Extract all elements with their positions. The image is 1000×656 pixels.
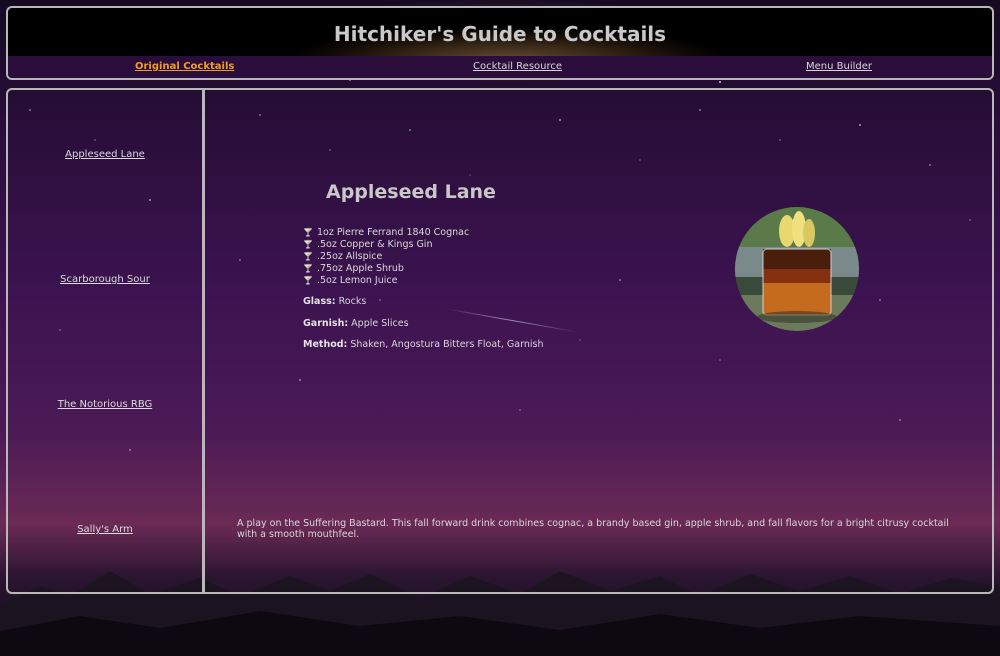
ingredient-item: 🍸 .25oz Allspice bbox=[303, 251, 383, 262]
nav-original-cocktails[interactable]: Original Cocktails bbox=[135, 61, 234, 72]
drink-photo bbox=[735, 207, 859, 331]
main-panel: Appleseed Lane Scarborough Sour The Noto… bbox=[6, 88, 994, 594]
cocktail-sidebar: Appleseed Lane Scarborough Sour The Noto… bbox=[8, 90, 205, 592]
sidebar-item-the-notorious-rbg[interactable]: The Notorious RBG bbox=[8, 399, 202, 410]
sidebar-item-sallys-arm[interactable]: Sally's Arm bbox=[8, 524, 202, 535]
martini-glass-icon: 🍸 bbox=[303, 252, 313, 261]
cocktail-detail: Appleseed Lane 🍸 1oz Pierre Ferrand 1840 … bbox=[205, 90, 992, 592]
ingredient-item: 🍸 .5oz Copper & Kings Gin bbox=[303, 239, 433, 250]
site-title: Hitchiker's Guide to Cocktails bbox=[333, 22, 667, 46]
ingredient-list: 🍸 1oz Pierre Ferrand 1840 Cognac 🍸 .5oz Co… bbox=[303, 227, 469, 287]
garnish-info: Garnish: Apple Slices bbox=[303, 318, 409, 329]
ingredient-item: 🍸 .75oz Apple Shrub bbox=[303, 263, 404, 274]
drink-description: A play on the Suffering Bastard. This fa… bbox=[237, 518, 949, 540]
sidebar-item-appleseed-lane[interactable]: Appleseed Lane bbox=[8, 149, 202, 160]
martini-glass-icon: 🍸 bbox=[303, 276, 313, 285]
top-nav: Original Cocktails Cocktail Resource Men… bbox=[8, 56, 992, 78]
glass-info: Glass: Rocks bbox=[303, 296, 367, 307]
drink-title: Appleseed Lane bbox=[326, 181, 496, 203]
nav-cocktail-resource[interactable]: Cocktail Resource bbox=[473, 61, 562, 72]
sidebar-item-scarborough-sour[interactable]: Scarborough Sour bbox=[8, 274, 202, 285]
method-info: Method: Shaken, Angostura Bitters Float,… bbox=[303, 339, 544, 350]
meteor-streak bbox=[445, 308, 579, 333]
martini-glass-icon: 🍸 bbox=[303, 240, 313, 249]
site-header: Hitchiker's Guide to Cocktails Original … bbox=[6, 6, 994, 80]
ingredient-item: 🍸 .5oz Lemon Juice bbox=[303, 275, 398, 286]
martini-glass-icon: 🍸 bbox=[303, 264, 313, 273]
ingredient-item: 🍸 1oz Pierre Ferrand 1840 Cognac bbox=[303, 227, 470, 238]
martini-glass-icon: 🍸 bbox=[303, 228, 313, 237]
nav-menu-builder[interactable]: Menu Builder bbox=[806, 61, 872, 72]
